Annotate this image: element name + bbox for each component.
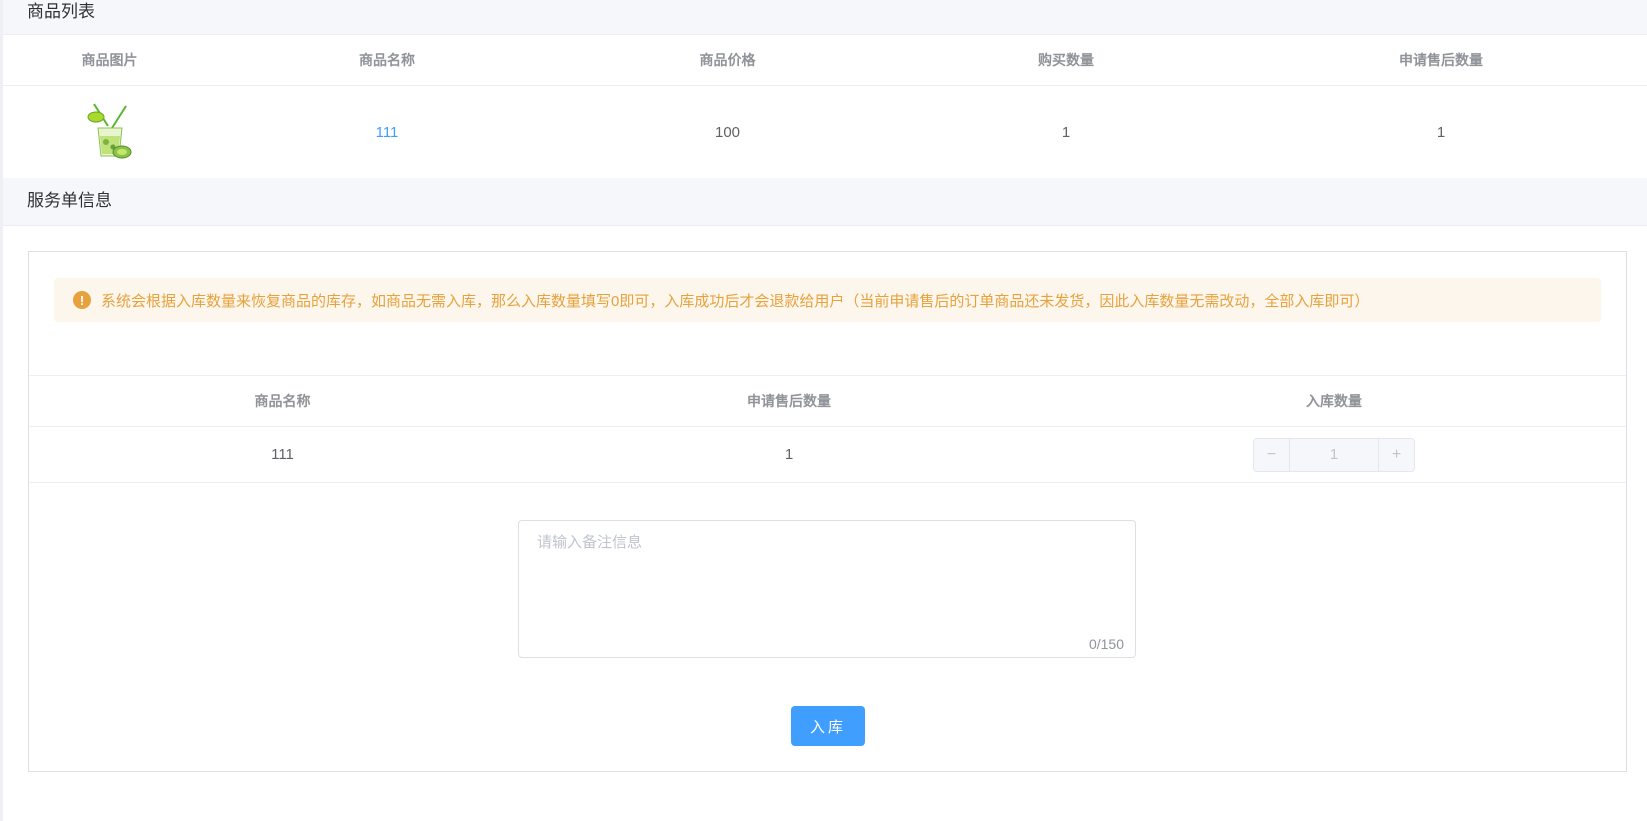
- goods-name-cell[interactable]: 111: [216, 85, 558, 179]
- table-row: 111 1 − +: [29, 426, 1626, 483]
- goods-list-header: 商品列表: [3, 0, 1647, 35]
- stock-table: 商品名称 申请售后数量 入库数量 111 1 − +: [29, 375, 1626, 483]
- col-header-price: 商品价格: [558, 35, 897, 86]
- service-info-header: 服务单信息: [3, 178, 1647, 226]
- stock-table-header-row: 商品名称 申请售后数量 入库数量: [29, 375, 1626, 427]
- goods-table: 商品图片 商品名称 商品价格 购买数量 申请售后数量 111 100 1 1: [3, 35, 1647, 179]
- goods-image-cell: [3, 85, 216, 179]
- col-header-goods-name: 商品名称: [29, 375, 536, 427]
- col-header-apply-qty: 申请售后数量: [1235, 35, 1647, 86]
- service-card: ! 系统会根据入库数量来恢复商品的库存，如商品无需入库，那么入库数量填写0即可，…: [28, 251, 1627, 772]
- warning-icon: !: [73, 291, 91, 309]
- decrease-button[interactable]: −: [1254, 438, 1290, 471]
- col-header-image: 商品图片: [3, 35, 216, 86]
- remark-char-counter: 0/150: [1088, 636, 1124, 652]
- stock-in-button[interactable]: 入库: [791, 706, 865, 746]
- stock-qty-cell: − +: [1042, 426, 1626, 483]
- stock-qty-stepper[interactable]: − +: [1253, 437, 1415, 472]
- col-header-stock-qty: 入库数量: [1042, 375, 1626, 427]
- col-header-apply-qty: 申请售后数量: [536, 375, 1042, 427]
- lime-drink-icon: [87, 103, 131, 159]
- after-sale-stock-page: 商品列表 商品图片 商品名称 商品价格 购买数量 申请售后数量 111 100 …: [0, 0, 1647, 821]
- warning-alert-text: 系统会根据入库数量来恢复商品的库存，如商品无需入库，那么入库数量填写0即可，入库…: [101, 292, 1370, 310]
- stock-apply-qty-cell: 1: [536, 426, 1042, 483]
- goods-name-link[interactable]: 111: [376, 124, 399, 141]
- table-row: 111 100 1 1: [3, 85, 1647, 179]
- goods-table-header-row: 商品图片 商品名称 商品价格 购买数量 申请售后数量: [3, 35, 1647, 86]
- goods-list-title: 商品列表: [27, 2, 95, 21]
- warning-alert: ! 系统会根据入库数量来恢复商品的库存，如商品无需入库，那么入库数量填写0即可，…: [54, 278, 1601, 322]
- service-info-title: 服务单信息: [27, 191, 112, 210]
- goods-buy-qty-cell: 1: [897, 85, 1235, 179]
- stock-qty-input[interactable]: [1290, 438, 1378, 471]
- remark-wrapper: 0/150: [518, 520, 1136, 658]
- col-header-buy-qty: 购买数量: [897, 35, 1235, 86]
- col-header-name: 商品名称: [216, 35, 558, 86]
- increase-button[interactable]: +: [1378, 438, 1414, 471]
- goods-price-cell: 100: [558, 85, 897, 179]
- goods-apply-qty-cell: 1: [1235, 85, 1647, 179]
- remark-textarea[interactable]: [518, 520, 1136, 658]
- stock-goods-name-cell: 111: [29, 426, 536, 483]
